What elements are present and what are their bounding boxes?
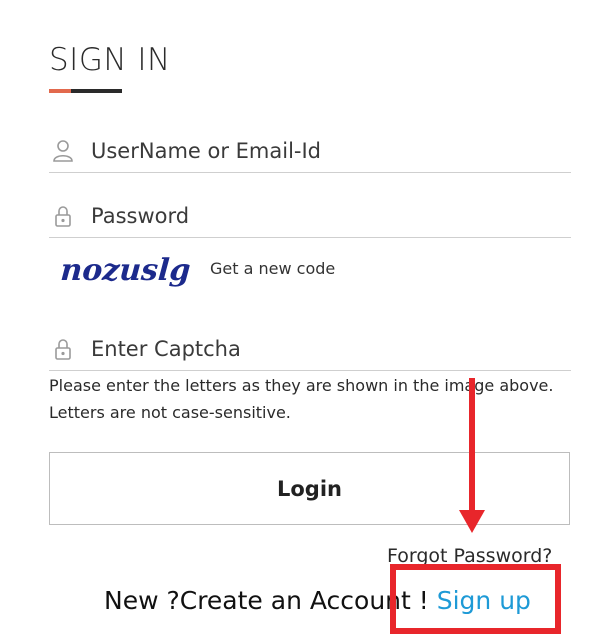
login-button[interactable]: Login — [49, 452, 570, 525]
username-field-wrapper — [49, 130, 571, 173]
annotation-overlay — [390, 378, 561, 634]
title-underline — [49, 89, 122, 93]
user-icon — [53, 140, 73, 162]
signup-prompt: New ?Create an Account ! Sign up — [104, 586, 531, 615]
lock-icon — [55, 339, 71, 360]
get-new-code-link[interactable]: Get a new code — [210, 259, 335, 278]
captcha-hint-line2: Letters are not case-sensitive. — [49, 403, 291, 422]
page-title: SIGN IN — [49, 42, 171, 78]
password-input[interactable] — [89, 199, 563, 233]
signup-link[interactable]: Sign up — [437, 586, 531, 615]
lock-icon — [55, 206, 71, 227]
password-field-wrapper — [49, 195, 571, 238]
captcha-input[interactable] — [89, 332, 563, 366]
captcha-text: nozuslg — [60, 253, 192, 288]
forgot-password-link[interactable]: Forgot Password? — [387, 545, 552, 567]
captcha-field-wrapper — [49, 328, 571, 371]
captcha-image: nozuslg — [60, 253, 192, 288]
captcha-hint-line1: Please enter the letters as they are sho… — [49, 376, 554, 395]
signup-prompt-text: New ?Create an Account ! — [104, 586, 437, 615]
username-input[interactable] — [89, 134, 563, 168]
captcha-hint: Please enter the letters as they are sho… — [49, 372, 569, 426]
